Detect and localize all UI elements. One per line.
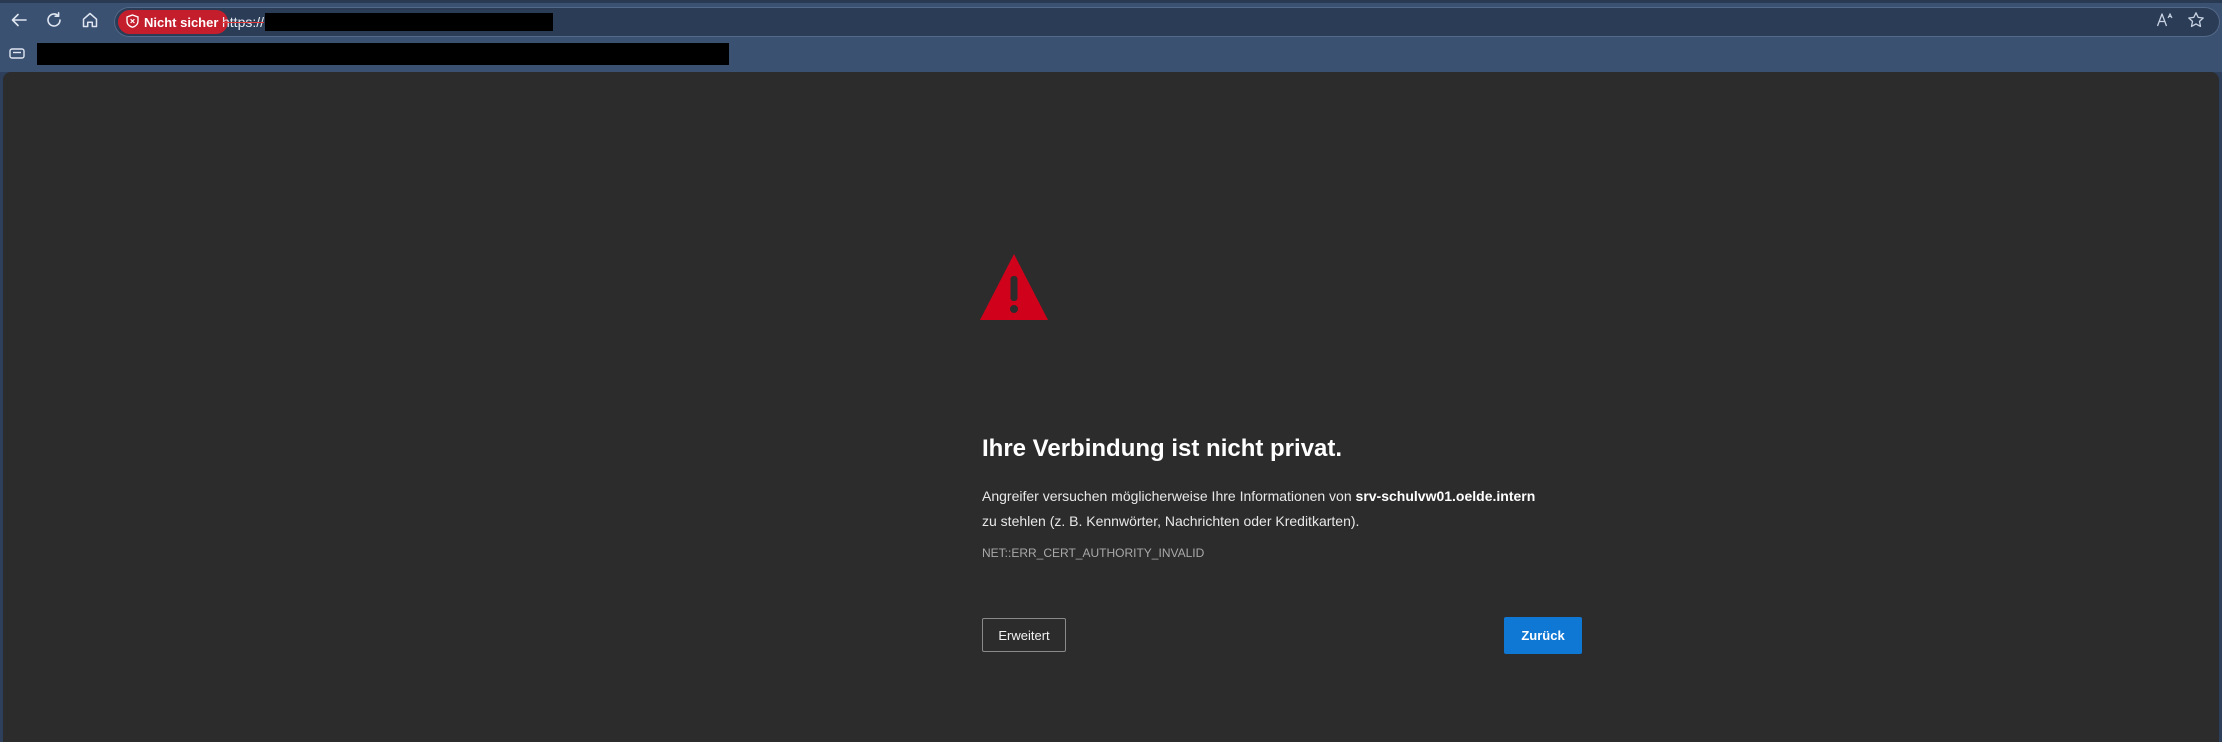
host-name: srv-schulvw01.oelde.intern	[1355, 488, 1536, 504]
home-icon	[81, 11, 99, 34]
favorites-bar-redaction	[37, 43, 729, 65]
error-code: NET::ERR_CERT_AUTHORITY_INVALID	[982, 546, 1205, 560]
refresh-button[interactable]	[40, 8, 68, 36]
shield-warning-icon	[126, 13, 139, 31]
refresh-icon	[45, 11, 63, 34]
read-aloud-button[interactable]	[2154, 11, 2176, 33]
tab-strip-edge	[0, 0, 2222, 3]
arrow-left-icon	[10, 11, 28, 34]
favorite-button[interactable]	[2185, 11, 2207, 33]
description-text-end: zu stehlen (z. B. Kennwörter, Nachrichte…	[982, 513, 1360, 529]
address-bar[interactable]: Nicht sicher https://	[114, 7, 2220, 37]
error-page: Ihre Verbindung ist nicht privat. Angrei…	[3, 72, 2219, 742]
url-redaction	[265, 13, 553, 31]
read-aloud-icon	[2156, 12, 2174, 33]
advanced-button[interactable]: Erweitert	[982, 618, 1066, 652]
error-description: Angreifer versuchen möglicherweise Ihre …	[982, 484, 1552, 534]
folder-icon[interactable]	[8, 46, 26, 60]
back-to-safety-button[interactable]: Zurück	[1504, 617, 1582, 654]
url-scheme: https://	[222, 14, 265, 30]
security-label: Nicht sicher	[144, 14, 219, 30]
page-title: Ihre Verbindung ist nicht privat.	[982, 435, 1343, 462]
description-text: Angreifer versuchen möglicherweise Ihre …	[982, 488, 1356, 504]
browser-toolbar: Nicht sicher https://	[0, 0, 2222, 72]
warning-triangle-icon	[978, 252, 1050, 322]
back-button[interactable]	[5, 8, 33, 36]
star-icon	[2187, 11, 2205, 34]
home-button[interactable]	[76, 8, 104, 36]
security-indicator[interactable]: Nicht sicher	[118, 10, 229, 34]
